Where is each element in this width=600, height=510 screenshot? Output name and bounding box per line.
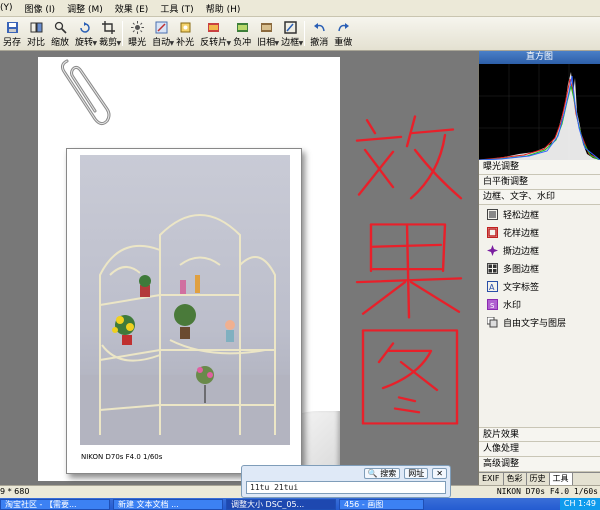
taskbar-item-taobao[interactable]: 淘宝社区 - 【需要... (0, 498, 110, 510)
search-button[interactable]: 🔍 搜索 (363, 467, 401, 479)
reversal-film-button[interactable]: 反转片 ▼ (197, 17, 231, 51)
menu-item-file[interactable]: (Y) (0, 3, 19, 13)
popup-toolbar: 🔍 搜索 网址 ✕ (242, 466, 450, 480)
compare-button[interactable]: 对比 (24, 17, 48, 51)
panel-item-easy-frame[interactable]: 轻松边框 (479, 205, 600, 223)
section-white-balance[interactable]: 白平衡调整 (479, 175, 600, 190)
menu-item-help[interactable]: 帮助 (H) (200, 2, 247, 15)
section-advanced-adjust[interactable]: 高级调整 (479, 457, 600, 472)
watermark-icon: S (487, 298, 498, 310)
taskbar: 淘宝社区 - 【需要... 新建 文本文档 ... 调整大小 DSC_05...… (0, 498, 600, 510)
rotate-icon (77, 20, 91, 34)
tab-history[interactable]: 历史 (527, 472, 550, 486)
crop-icon (101, 20, 115, 34)
shelf-illustration (80, 214, 290, 445)
undo-button[interactable]: 撤消 (307, 17, 331, 51)
side-panel: 直方图 曝光调整 白平衡调整 边框、文字、水印 轻松边框 花样边框 撕边边框 多… (478, 51, 600, 486)
frame-dropdown-arrow[interactable]: ▼ (299, 40, 304, 47)
compare-icon (29, 20, 43, 34)
torn-edge-icon (487, 244, 498, 256)
multi-frame-icon (487, 262, 498, 274)
easy-frame-icon (487, 208, 498, 220)
image-canvas[interactable]: NIKON D70s F4.0 1/60s (0, 51, 478, 485)
exposure-icon (130, 20, 144, 34)
frame-icon (283, 20, 297, 34)
section-film-effects[interactable]: 胶片效果 (479, 427, 600, 442)
panel-item-multi-frame[interactable]: 多图边框 (479, 259, 600, 277)
tab-tools[interactable]: 工具 (549, 472, 573, 486)
svg-text:S: S (490, 302, 495, 309)
zoom-icon (53, 20, 67, 34)
fill-light-button[interactable]: 补光 (173, 17, 197, 51)
histogram (478, 64, 600, 161)
cross-process-button[interactable]: 负冲 (230, 17, 254, 51)
handwritten-char (355, 223, 463, 319)
frame-button[interactable]: 边框 ▼ (278, 17, 304, 51)
auto-icon (154, 20, 168, 34)
menu-item-image[interactable]: 图像 (I) (19, 2, 62, 15)
rotate-button[interactable]: 旋转 ▼ (72, 17, 97, 51)
menu-item-tools[interactable]: 工具 (T) (154, 2, 199, 15)
popup-close-button[interactable]: ✕ (432, 467, 447, 479)
save-as-button[interactable]: 另存 (0, 17, 24, 51)
old-photo-icon (259, 20, 273, 34)
crop-button[interactable]: 裁剪 ▼ (96, 17, 121, 51)
panel-tabs: EXIF 色彩 历史 工具 (479, 472, 600, 486)
free-text-layer-icon (487, 316, 498, 328)
panel-bottom: 胶片效果 人像处理 高级调整 EXIF 色彩 历史 工具 (479, 427, 600, 486)
histogram-graph (478, 64, 600, 161)
panel-item-watermark[interactable]: S 水印 (479, 295, 600, 313)
search-popup: 🔍 搜索 网址 ✕ 11tu 21tui (241, 465, 451, 498)
handwritten-annotation (355, 115, 463, 425)
panel-item-text-label[interactable]: A 文字标签 (479, 277, 600, 295)
handwritten-char (355, 115, 463, 200)
old-photo-button[interactable]: 旧相 ▼ (254, 17, 279, 51)
histogram-title: 直方图 (479, 51, 600, 64)
redo-button[interactable]: 重做 (331, 17, 355, 51)
paperclip-icon (60, 59, 111, 126)
section-frame-text-watermark[interactable]: 边框、文字、水印 (479, 190, 600, 205)
section-exposure-adjust[interactable]: 曝光调整 (479, 160, 600, 175)
menu-bar: (Y) 图像 (I) 调整 (M) 效果 (E) 工具 (T) 帮助 (H) (0, 0, 600, 17)
text-label-icon: A (487, 280, 498, 292)
photo-frame: NIKON D70s F4.0 1/60s (66, 148, 302, 474)
menu-item-adjust[interactable]: 调整 (M) (61, 2, 109, 15)
search-input[interactable]: 11tu 21tui (246, 481, 446, 494)
web-address-button[interactable]: 网址 (404, 467, 429, 479)
zoom-button[interactable]: 缩放 (48, 17, 72, 51)
svg-text:A: A (489, 283, 495, 291)
menu-item-effects[interactable]: 效果 (E) (109, 2, 155, 15)
taskbar-item-resize[interactable]: 调整大小 DSC_05... (226, 498, 336, 510)
taskbar-item-notepad[interactable]: 新建 文本文档 ... (113, 498, 223, 510)
system-tray: CH 1:49 (559, 498, 600, 510)
panel-item-torn-edge-frame[interactable]: 撕边边框 (479, 241, 600, 259)
panel-item-free-text-layer[interactable]: 自由文字与图层 (479, 313, 600, 331)
auto-button[interactable]: 自动 ▼ (149, 17, 174, 51)
save-as-icon (5, 20, 19, 34)
section-portrait[interactable]: 人像处理 (479, 442, 600, 457)
toolbar-separator (304, 21, 306, 46)
status-exif: NIKON D70s F4.0 1/60s (496, 487, 598, 496)
tab-exif[interactable]: EXIF (479, 472, 504, 486)
exposure-button[interactable]: 曝光 (125, 17, 149, 51)
reversal-film-icon (207, 20, 221, 34)
undo-icon (312, 20, 326, 34)
taskbar-item-paint[interactable]: 456 - 画图 (339, 498, 424, 510)
redo-icon (336, 20, 350, 34)
crop-dropdown-arrow[interactable]: ▼ (116, 40, 121, 47)
handwritten-char (361, 329, 459, 425)
toolbar: 另存 对比 缩放 旋转 ▼ 裁剪 ▼ 曝光 自动 ▼ 补光 反转片 ▼ 负冲 旧… (0, 17, 600, 51)
fill-light-icon (178, 20, 192, 34)
toolbar-separator (122, 21, 124, 46)
status-dimensions: 9 * 680 (0, 487, 30, 496)
shelf-photo (80, 155, 290, 445)
cross-process-icon (235, 20, 249, 34)
pattern-frame-icon (487, 226, 498, 238)
panel-item-pattern-frame[interactable]: 花样边框 (479, 223, 600, 241)
tab-color[interactable]: 色彩 (504, 472, 527, 486)
photo-caption: NIKON D70s F4.0 1/60s (81, 453, 163, 461)
